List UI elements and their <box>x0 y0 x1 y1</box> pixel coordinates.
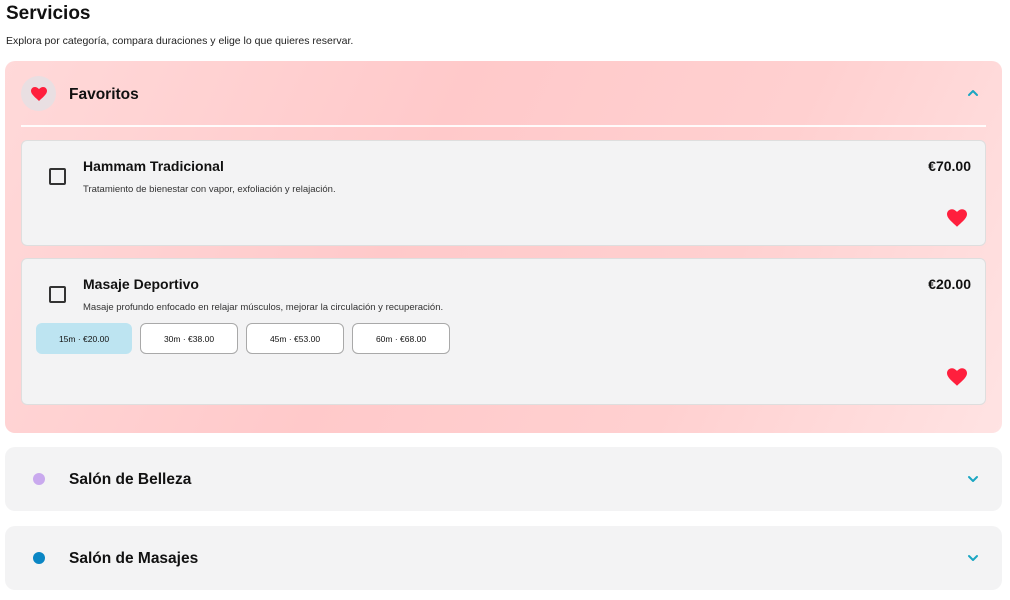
section-divider <box>21 125 986 127</box>
duration-options: 15m · €20.00 30m · €38.00 45m · €53.00 6… <box>36 323 450 354</box>
chevron-up-icon[interactable] <box>966 86 980 100</box>
page-subtitle: Explora por categoría, compara duracione… <box>6 35 354 47</box>
duration-option-15m[interactable]: 15m · €20.00 <box>36 323 132 354</box>
service-checkbox[interactable] <box>49 286 66 303</box>
duration-option-30m[interactable]: 30m · €38.00 <box>140 323 238 354</box>
favorite-heart-icon[interactable] <box>947 209 967 227</box>
service-description: Tratamiento de bienestar con vapor, exfo… <box>83 184 336 195</box>
service-price: €20.00 <box>928 276 971 292</box>
category-section-belleza[interactable]: Salón de Belleza <box>5 447 1002 511</box>
favorites-section: Favoritos Hammam Tradicional Tratamiento… <box>5 61 1002 433</box>
service-description: Masaje profundo enfocado en relajar músc… <box>83 302 444 313</box>
chevron-down-icon[interactable] <box>966 472 980 486</box>
service-name: Masaje Deportivo <box>83 276 199 292</box>
category-dot <box>33 473 45 485</box>
service-name: Hammam Tradicional <box>83 158 224 174</box>
duration-option-45m[interactable]: 45m · €53.00 <box>246 323 344 354</box>
category-title: Salón de Masajes <box>69 550 199 567</box>
category-dot <box>33 552 45 564</box>
category-section-masajes[interactable]: Salón de Masajes <box>5 526 1002 590</box>
heart-icon <box>30 86 47 101</box>
favorites-header[interactable]: Favoritos <box>5 61 1002 127</box>
service-checkbox[interactable] <box>49 168 66 185</box>
service-price: €70.00 <box>928 158 971 174</box>
service-card-masaje-deportivo[interactable]: Masaje Deportivo Masaje profundo enfocad… <box>21 258 986 405</box>
page-title: Servicios <box>6 3 91 24</box>
chevron-down-icon[interactable] <box>966 551 980 565</box>
favorite-heart-icon[interactable] <box>947 368 967 386</box>
service-card-hammam[interactable]: Hammam Tradicional Tratamiento de bienes… <box>21 140 986 246</box>
favorites-icon-badge <box>21 76 56 111</box>
favorites-title: Favoritos <box>69 86 139 103</box>
category-title: Salón de Belleza <box>69 471 192 488</box>
duration-option-60m[interactable]: 60m · €68.00 <box>352 323 450 354</box>
